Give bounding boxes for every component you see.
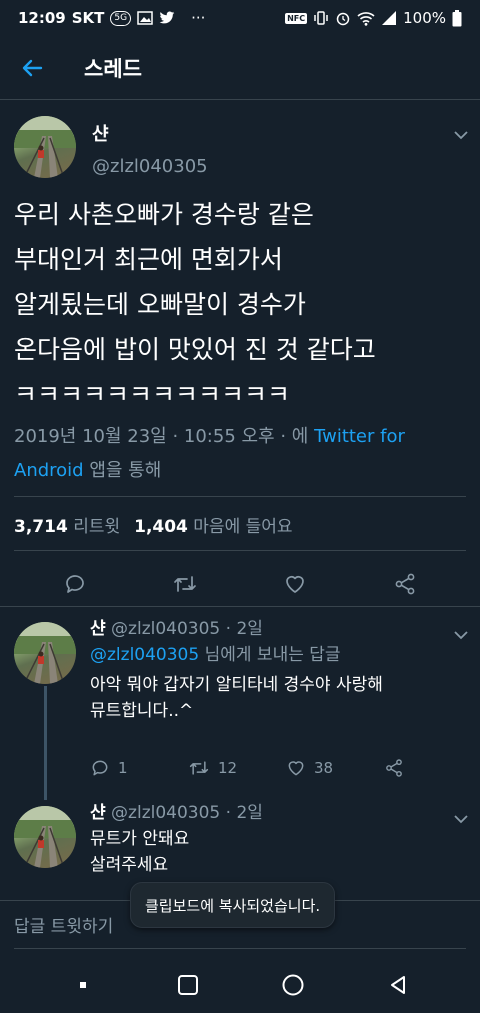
page-title: 스레드 <box>84 56 142 81</box>
tweet-meta: 2019년 10월 23일 · 10:55 오후 · 에 Twitter for… <box>14 420 466 488</box>
avatar-image <box>14 116 76 178</box>
like-count: 38 <box>314 759 334 777</box>
reply-retweet-button[interactable]: 12 <box>188 758 286 778</box>
thread-line <box>44 686 47 800</box>
reply-text-line: 살려주세요 <box>90 855 169 875</box>
reply-body: 샨 @zlzl040305 · 2일 @zlzl040305 님에게 보내는 답… <box>90 616 450 724</box>
replying-to-link[interactable]: @zlzl040305 <box>90 645 199 665</box>
reply-text-line: 아악 뭐야 갑자기 알티타네 경수야 사랑해 <box>90 675 383 695</box>
reply-text-line: 뮤트가 안돼요 <box>90 829 190 849</box>
top-app-bar: 스레드 <box>0 36 480 100</box>
author-handle[interactable]: @zlzl040305 <box>92 156 208 177</box>
nav-dot-button[interactable] <box>63 965 103 1005</box>
reply-actions: 1 12 38 <box>90 758 480 778</box>
avatar-image <box>14 806 76 868</box>
clipboard-toast: 클립보드에 복사되었습니다. <box>130 882 336 928</box>
reply-body: 샨 @zlzl040305 · 2일 뮤트가 안돼요 살려주세요 <box>90 800 450 878</box>
reply-author-name[interactable]: 샨 <box>90 619 106 639</box>
system-nav-bar <box>0 956 480 1013</box>
reply-reply-button[interactable]: 1 <box>90 758 188 778</box>
battery-percent: 100% <box>403 9 446 27</box>
chevron-down-icon[interactable] <box>452 626 470 644</box>
reply-author-handle: @zlzl040305 · 2일 <box>111 803 263 823</box>
retweet-count: 3,714 <box>14 517 68 537</box>
share-button[interactable] <box>390 569 420 599</box>
home-button[interactable] <box>273 965 313 1005</box>
signal-icon <box>382 11 397 25</box>
reply-avatar[interactable] <box>14 806 76 868</box>
divider <box>14 550 466 551</box>
like-button[interactable] <box>280 569 310 599</box>
tweet-stats: 3,714 리트윗 1,404 마음에 들어요 <box>14 512 293 537</box>
status-time: 12:09 <box>18 9 66 27</box>
author-name[interactable]: 샨 <box>92 120 208 146</box>
likes-stat[interactable]: 1,404 마음에 들어요 <box>134 512 292 537</box>
home-circle-icon <box>282 974 303 995</box>
network-badge: 5G <box>110 10 132 26</box>
retweet-icon <box>189 761 209 775</box>
gallery-icon <box>137 11 153 25</box>
share-icon <box>386 759 402 777</box>
system-back-button[interactable] <box>378 965 418 1005</box>
source-suffix: 앱을 통해 <box>83 460 162 481</box>
toast-message: 클립보드에 복사되었습니다. <box>145 896 321 915</box>
back-arrow-icon <box>22 59 43 76</box>
recents-icon <box>177 974 198 995</box>
heart-icon <box>288 761 304 776</box>
reply-tweet[interactable]: 샨 @zlzl040305 · 2일 @zlzl040305 님에게 보내는 답… <box>0 612 480 802</box>
like-count: 1,404 <box>134 517 188 537</box>
avatar-image <box>14 622 76 684</box>
more-notifications-icon: ··· <box>191 9 206 27</box>
tweet-text: 우리 사촌오빠가 경수랑 같은 부대인거 최근에 면회가서 알게됬는데 오빠말이… <box>14 200 376 409</box>
alarm-icon <box>336 12 350 26</box>
replying-to: @zlzl040305 님에게 보내는 답글 <box>90 642 450 668</box>
chevron-down-icon[interactable] <box>452 810 470 828</box>
tweet-timestamp: 2019년 10월 23일 · 10:55 오후 · 에 <box>14 426 315 447</box>
divider <box>14 496 466 497</box>
retweet-count: 12 <box>218 759 238 777</box>
avatar[interactable] <box>14 116 76 178</box>
divider <box>0 606 480 607</box>
retweet-label: 리트윗 <box>73 517 121 537</box>
like-label: 마음에 들어요 <box>193 517 293 537</box>
retweet-icon <box>174 576 196 592</box>
status-carrier: SKT <box>71 9 105 27</box>
reply-share-button[interactable] <box>384 758 480 778</box>
retweet-button[interactable] <box>170 569 200 599</box>
tweet-actions <box>0 562 480 606</box>
share-icon <box>395 573 415 595</box>
nfc-icon: NFC <box>285 12 308 24</box>
reply-author-handle: @zlzl040305 · 2일 <box>111 619 263 639</box>
reply-like-button[interactable]: 38 <box>286 758 384 778</box>
battery-icon <box>452 9 462 26</box>
back-triangle-icon <box>390 975 405 994</box>
chevron-down-icon[interactable] <box>452 126 470 144</box>
recents-button[interactable] <box>168 965 208 1005</box>
replying-to-suffix: 님에게 보내는 답글 <box>199 645 341 665</box>
back-button[interactable] <box>0 36 64 100</box>
reply-button[interactable] <box>60 569 90 599</box>
twitter-bird-icon <box>159 11 175 24</box>
status-bar: 12:09 SKT 5G ··· NFC 100% <box>0 0 480 36</box>
vibrate-icon <box>314 11 328 25</box>
dot-icon <box>79 981 86 988</box>
reply-author-name[interactable]: 샨 <box>90 803 106 823</box>
retweets-stat[interactable]: 3,714 리트윗 <box>14 512 120 537</box>
reply-text-line: 뮤트합니다..^ <box>90 701 194 721</box>
reply-icon <box>66 575 84 593</box>
reply-tweet[interactable]: 샨 @zlzl040305 · 2일 뮤트가 안돼요 살려주세요 <box>0 796 480 896</box>
reply-icon <box>92 760 108 776</box>
wifi-icon <box>357 12 375 26</box>
reply-avatar[interactable] <box>14 622 76 684</box>
heart-icon <box>286 576 304 593</box>
reply-count: 1 <box>118 759 128 777</box>
compose-underline <box>14 948 466 949</box>
